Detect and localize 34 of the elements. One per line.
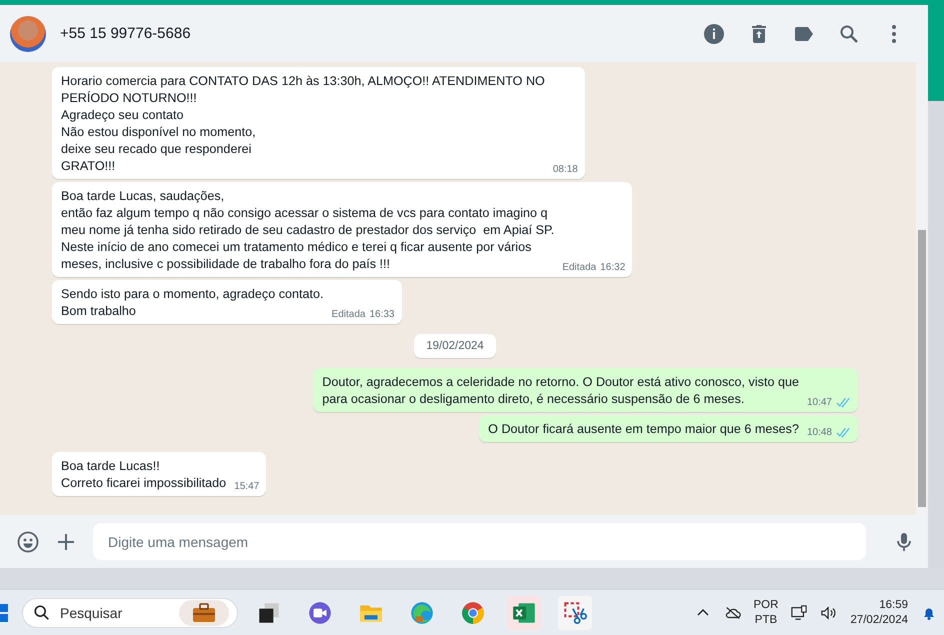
clock-date[interactable]: 27/02/2024 <box>850 612 908 628</box>
info-icon[interactable] <box>702 22 726 46</box>
language-label[interactable]: POR <box>754 598 778 613</box>
edited-label: Editada <box>562 261 596 274</box>
edited-label: Editada <box>332 308 366 321</box>
message-time: 08:18 <box>552 163 578 176</box>
message-text: Boa tarde Lucas, saudações, então faz algum tempo q não consigo acessar o sistema de vcs para contato imagino q meu nome já tenha sido retirado de seu cadastro de prestador dos serviço em Apiaí SP. Neste início de ano comecei um tratamento médico e terei q ficar ausente por vários meses, inclusive c possibilidade de trabalho fora do país !!! <box>61 188 554 273</box>
taskbar-search[interactable]: Pesquisar <box>22 598 238 628</box>
search-icon <box>33 604 51 622</box>
message-time: 15:47 <box>234 480 260 493</box>
windows-icon[interactable] <box>0 602 10 623</box>
message-time: 10:47 <box>806 396 832 409</box>
message-text: Doutor, agradecemos a celeridade no retorno. O Doutor está ativo conosco, visto que para ocasionar o desligamento direto, é necessário suspensão de 6 meses. <box>322 374 799 408</box>
message-text: Boa tarde Lucas!! Correto ficarei impossibilitado <box>61 458 226 492</box>
emoji-icon[interactable] <box>16 530 40 554</box>
network-icon[interactable] <box>790 604 808 621</box>
spreadsheet-icon[interactable] <box>507 596 541 630</box>
message-input[interactable]: Digite uma mensagem <box>93 523 866 560</box>
snipping-tool-icon[interactable] <box>558 596 592 630</box>
message-text: Horario comercia para CONTATO DAS 12h às 13:30h, ALMOÇO!! ATENDIMENTO NO PERÍODO NOTURNO!!! Agradeço seu contato Não estou disponível no momento, deixe seu recado que responderei GRATO!!! <box>61 73 545 175</box>
message-time: 10:48 <box>806 426 832 439</box>
avatar[interactable] <box>10 16 46 52</box>
clock-time[interactable]: 16:59 <box>879 598 908 613</box>
message-text: Sendo isto para o momento, agradeço contato. Bom trabalho <box>61 286 324 320</box>
volume-icon[interactable] <box>820 604 838 621</box>
cloud-off-icon[interactable] <box>724 604 742 621</box>
keyboard-layout-label[interactable]: PTB <box>754 612 778 628</box>
message-text: O Doutor ficará ausente em tempo maior que 6 meses? <box>488 421 799 438</box>
message-time: 16:32 <box>600 261 626 274</box>
date-separator: 19/02/2024 <box>414 334 496 358</box>
message-time: 16:33 <box>369 308 394 321</box>
contact-name[interactable]: +55 15 99776-5686 <box>60 25 191 42</box>
scrollbar[interactable] <box>916 62 928 515</box>
briefcase-icon <box>179 600 229 626</box>
